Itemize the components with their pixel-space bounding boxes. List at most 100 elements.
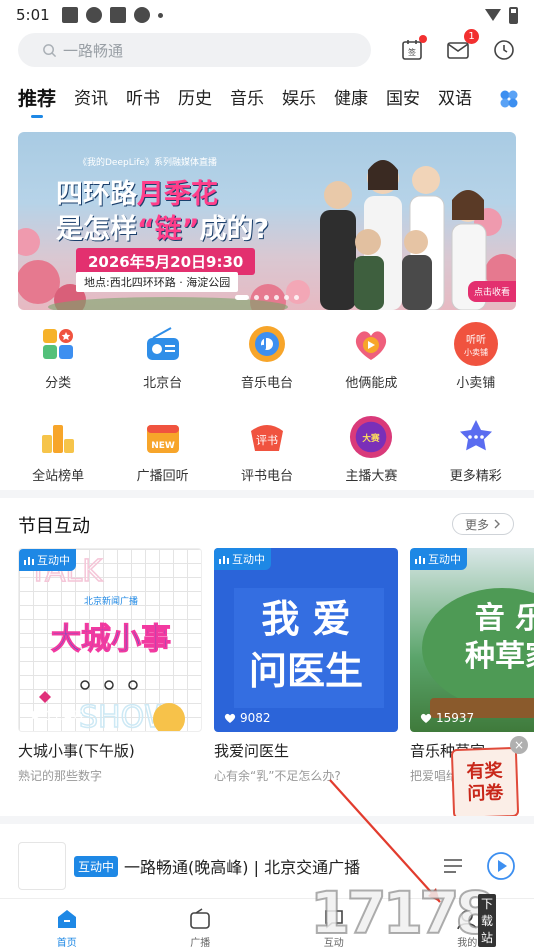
tab-recommend[interactable]: 推荐 (18, 86, 56, 112)
likes-count: 11.4万 (29, 707, 84, 724)
storytelling-icon: 评书 (245, 415, 289, 459)
more-button[interactable]: 更多 (452, 513, 514, 535)
more-label: 更多 (464, 517, 489, 532)
survey-promo[interactable]: 有奖 问卷 (450, 746, 520, 820)
svg-text:音 乐: 音 乐 (475, 601, 534, 636)
wifi-icon (485, 9, 501, 21)
grid-item-music-radio[interactable]: 音乐电台 (222, 322, 312, 391)
banner-location: 地点:西北四环环路 · 海淀公园 (76, 272, 239, 292)
grid-label: 主播大赛 (345, 469, 398, 484)
grid-item-shop[interactable]: 听听 小卖铺 小卖铺 (431, 322, 521, 391)
radio-icon (141, 322, 185, 366)
carousel-dot[interactable] (264, 295, 269, 300)
music-radio-icon (245, 322, 289, 366)
nav-home[interactable]: 首页 (22, 899, 112, 950)
battery-icon (509, 6, 518, 24)
carousel-indicator (235, 295, 299, 300)
card-cover: 音 乐 种草家 互动中 15937 (410, 548, 534, 732)
section-divider (0, 816, 534, 824)
section-title: 节目互动 (18, 516, 90, 537)
grid-label: 分类 (45, 376, 72, 391)
tab-history[interactable]: 历史 (178, 86, 212, 112)
app-notification-icon (109, 7, 126, 23)
carousel-dot[interactable] (274, 295, 279, 300)
carousel-dot[interactable] (235, 295, 249, 300)
search-input[interactable]: 一路畅通 (18, 33, 371, 67)
grid-label: 音乐电台 (240, 376, 293, 391)
svg-text:大城小事: 大城小事 (51, 622, 171, 657)
grid-item-ranking[interactable]: 全站榜单 (13, 415, 103, 484)
grid-label: 他俩能成 (345, 376, 398, 391)
watch-now-button[interactable]: 点击收看 (467, 281, 516, 302)
replay-icon: NEW (141, 415, 185, 459)
banner-title-line2: 是怎样“链”成的? (56, 214, 270, 245)
system-icons (485, 6, 518, 24)
tab-music[interactable]: 音乐 (230, 86, 264, 112)
grid-item-couple[interactable]: 他俩能成 (326, 322, 416, 391)
grid-item-beijing-station[interactable]: 北京台 (118, 322, 208, 391)
bar-chart-icon (415, 556, 425, 564)
card-cover: 我 爱 问医生 互动中 9082 (214, 548, 398, 732)
watermark-tag: 下载站 (478, 894, 497, 947)
grid-item-storytelling[interactable]: 评书 评书电台 (222, 415, 312, 484)
live-badge: 互动中 (214, 548, 271, 570)
grid-item-category[interactable]: 分类 (13, 322, 103, 391)
svg-text:评书: 评书 (256, 434, 278, 447)
svg-text:听听: 听听 (466, 334, 486, 346)
tab-entertainment[interactable]: 娱乐 (282, 86, 316, 112)
banner-subtitle: 《我的DeepLife》系列融媒体直播 (78, 158, 217, 168)
nav-label: 广播 (190, 938, 211, 949)
program-card[interactable]: 我 爱 问医生 互动中 9082 我爱问医生 心有余“乳”不足怎么办? (214, 548, 398, 788)
carousel-dot[interactable] (294, 295, 299, 300)
play-icon[interactable] (486, 851, 516, 881)
ranking-icon (36, 415, 80, 459)
card-description: 心有余“乳”不足怎么办? (214, 769, 341, 783)
banner-title-line1: 四环路月季花 (56, 179, 218, 210)
all-channels-icon[interactable] (498, 88, 520, 110)
carousel-dot[interactable] (254, 295, 259, 300)
grid-label: 广播回听 (136, 469, 189, 484)
search-icon (43, 43, 56, 57)
heart-icon (420, 713, 432, 723)
tab-bilingual[interactable]: 双语 (438, 86, 472, 112)
messages-button[interactable]: 1 (446, 29, 479, 62)
nav-broadcast[interactable]: 广播 (155, 899, 245, 950)
banner-date: 2026年5月20日9:30 (76, 248, 256, 275)
app-notification-icon (61, 7, 78, 23)
svg-text:问医生: 问医生 (249, 649, 363, 693)
tab-news[interactable]: 资讯 (74, 86, 108, 112)
close-icon[interactable]: × (510, 736, 528, 754)
program-card[interactable]: TALK SHOW 北京新闻广播 大城小事 互动中 11.4万 大城小事(下午版… (18, 548, 202, 788)
grid-label: 小卖铺 (456, 376, 496, 391)
app-notification-icon (133, 7, 150, 23)
playlist-icon[interactable] (442, 855, 464, 877)
heart-icon (29, 710, 41, 720)
tab-guoan[interactable]: 国安 (386, 86, 420, 112)
live-badge: 互动中 (19, 549, 76, 571)
grid-item-more[interactable]: 更多精彩 (431, 415, 521, 484)
bar-chart-icon (219, 556, 229, 564)
card-title: 大城小事(下午版) (18, 742, 135, 760)
svg-text:我 爱: 我 爱 (261, 597, 350, 641)
live-badge: 互动中 (410, 548, 467, 570)
promo-banner[interactable]: 《我的DeepLife》系列融媒体直播 四环路月季花 是怎样“链”成的? 202… (18, 132, 516, 310)
checkin-badge (419, 35, 427, 43)
notification-icons (61, 7, 163, 23)
tab-health[interactable]: 健康 (334, 86, 368, 112)
home-icon (57, 910, 76, 928)
more-notifications-icon (157, 12, 163, 18)
grid-label: 北京台 (143, 376, 183, 391)
shop-icon: 听听 小卖铺 (453, 322, 498, 366)
checkin-button[interactable]: 签 (400, 35, 427, 62)
grid-item-replay[interactable]: NEW 广播回听 (118, 415, 208, 484)
couple-icon (349, 322, 393, 366)
top-header: 一路畅通 签 1 (0, 29, 534, 68)
history-button[interactable] (492, 38, 516, 62)
section-divider (0, 490, 534, 498)
tab-audiobook[interactable]: 听书 (126, 86, 160, 112)
heart-icon (224, 713, 236, 723)
contest-icon: 大赛 (349, 415, 393, 459)
grid-item-contest[interactable]: 大赛 主播大赛 (326, 415, 416, 484)
player-live-tag: 互动中 (74, 855, 119, 877)
carousel-dot[interactable] (284, 295, 289, 300)
